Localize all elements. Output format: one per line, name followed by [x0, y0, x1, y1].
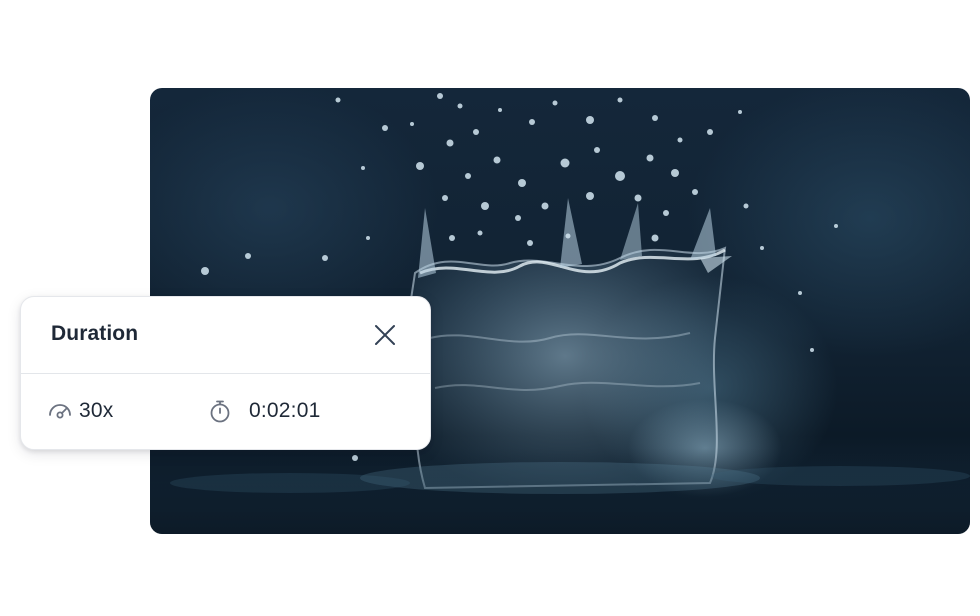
stopwatch-icon	[207, 398, 233, 424]
speed-value: 30x	[79, 399, 114, 422]
playback-duration: 0:02:01	[207, 398, 320, 424]
duration-panel: Duration 30x 0:02:01	[20, 296, 431, 450]
duration-value: 0:02:01	[249, 399, 321, 422]
speedometer-icon	[47, 398, 73, 424]
panel-header: Duration	[21, 297, 430, 374]
close-icon	[375, 325, 395, 345]
close-button[interactable]	[369, 319, 401, 351]
panel-title: Duration	[51, 322, 139, 345]
panel-body: 30x 0:02:01	[21, 374, 430, 451]
playback-speed: 30x	[47, 398, 113, 424]
